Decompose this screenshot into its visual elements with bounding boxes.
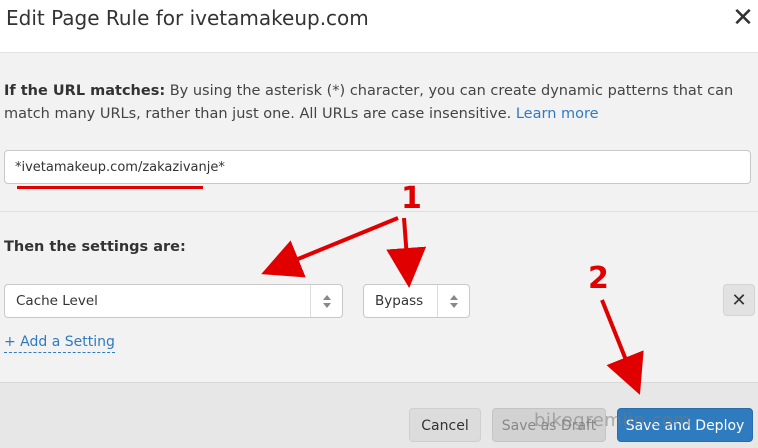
setting-type-value: Cache Level bbox=[16, 293, 98, 309]
settings-title: Then the settings are: bbox=[4, 239, 186, 255]
annotation-marker-2: 2 bbox=[588, 261, 609, 296]
url-match-label: If the URL matches: bbox=[4, 83, 166, 99]
url-pattern-input[interactable] bbox=[4, 150, 751, 184]
updown-stepper-icon[interactable] bbox=[437, 285, 469, 317]
add-setting-link[interactable]: + Add a Setting bbox=[4, 334, 115, 353]
annotation-marker-1: 1 bbox=[401, 181, 422, 216]
watermark: bikegremlin.com bbox=[534, 410, 692, 431]
updown-stepper-icon[interactable] bbox=[310, 285, 342, 317]
url-match-section: If the URL matches: By using the asteris… bbox=[0, 53, 758, 212]
remove-x-icon: ✕ bbox=[731, 290, 747, 311]
learn-more-link[interactable]: Learn more bbox=[516, 106, 599, 122]
close-icon[interactable]: ✕ bbox=[731, 5, 755, 31]
dialog-title: Edit Page Rule for ivetamakeup.com bbox=[6, 6, 369, 30]
cancel-button[interactable]: Cancel bbox=[409, 408, 481, 442]
annotation-underline bbox=[17, 186, 203, 189]
dialog-header: Edit Page Rule for ivetamakeup.com ✕ bbox=[0, 0, 758, 53]
url-match-description: If the URL matches: By using the asteris… bbox=[4, 80, 749, 126]
setting-value-value: Bypass bbox=[375, 293, 424, 309]
setting-value-select[interactable]: Bypass bbox=[363, 284, 470, 318]
setting-type-select[interactable]: Cache Level bbox=[4, 284, 343, 318]
remove-setting-button[interactable]: ✕ bbox=[723, 284, 755, 316]
settings-section: Then the settings are: Cache Level Bypas… bbox=[0, 212, 758, 382]
